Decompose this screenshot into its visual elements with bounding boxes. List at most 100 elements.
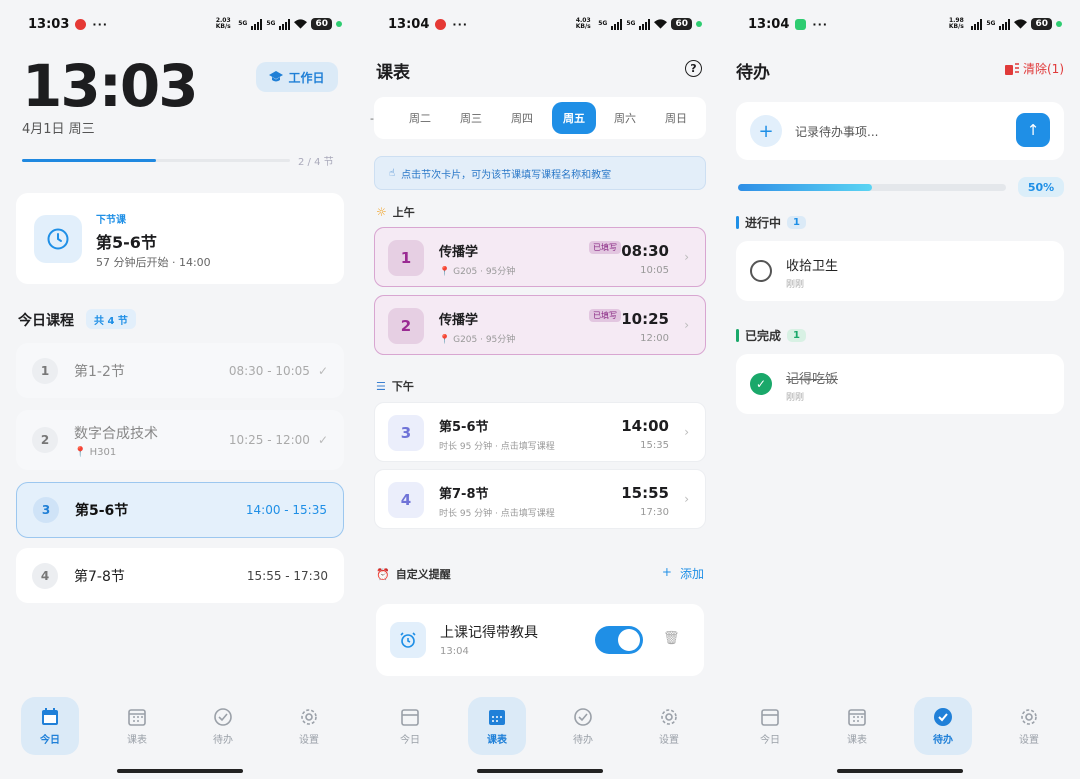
home-indicator[interactable] bbox=[117, 769, 243, 773]
network-type-icon: 5G bbox=[986, 20, 996, 27]
todo-title: 记得吃饭 bbox=[786, 372, 839, 387]
nav-schedule[interactable]: 课表 bbox=[108, 697, 166, 755]
day-tabs: - 周二 周三 周四 周五 周六 周日 bbox=[370, 97, 706, 139]
nav-today[interactable]: 今日 bbox=[381, 697, 439, 755]
help-icon[interactable]: ? bbox=[685, 60, 702, 77]
lesson-room: H301 bbox=[89, 446, 117, 458]
todo-screen: 13:04 ··· 1.98 KB/s 5G 60 待办 清除(1) + 记录待… bbox=[720, 0, 1080, 779]
checkbox-circle[interactable] bbox=[750, 260, 772, 282]
in-progress-header: 进行中 1 bbox=[736, 214, 806, 231]
reminder-card[interactable]: 上课记得带教具 13:04 🗑 bbox=[376, 604, 704, 676]
slot-end: 17:30 bbox=[640, 507, 669, 518]
nav-todo[interactable]: 待办 bbox=[194, 697, 252, 755]
net-speed: 1.98 KB/s bbox=[948, 17, 964, 30]
lesson-number: 2 bbox=[32, 427, 58, 453]
clear-completed-button[interactable]: 清除(1) bbox=[1005, 60, 1064, 77]
wifi-icon bbox=[654, 19, 668, 29]
completed-count: 1 bbox=[787, 329, 806, 342]
nav-todo[interactable]: 待办 bbox=[914, 697, 972, 755]
location-pin-icon: 📍 bbox=[439, 267, 451, 277]
network-type-icon: 5G bbox=[266, 20, 276, 27]
more-notifications-icon: ··· bbox=[452, 17, 468, 31]
nav-schedule[interactable]: 课表 bbox=[468, 697, 526, 755]
tab-day[interactable]: 周三 bbox=[449, 102, 493, 134]
home-indicator[interactable] bbox=[837, 769, 963, 773]
nav-todo[interactable]: 待办 bbox=[554, 697, 612, 755]
workday-button[interactable]: 工作日 bbox=[256, 62, 338, 92]
battery-icon: 60 bbox=[311, 18, 332, 30]
checked-circle-icon[interactable]: ✓ bbox=[750, 373, 772, 395]
slot-number: 1 bbox=[388, 240, 424, 276]
home-indicator[interactable] bbox=[477, 769, 603, 773]
chevron-right-icon: › bbox=[684, 492, 689, 506]
nav-label: 今日 bbox=[400, 734, 420, 746]
status-bar: 13:03 ··· 2.03 KB/s 5G 5G 60 bbox=[28, 14, 342, 34]
slot-end: 15:35 bbox=[640, 440, 669, 451]
signal-icon bbox=[971, 18, 983, 30]
morning-label: 上午 bbox=[392, 206, 415, 219]
custom-reminder-header: ⏰ 自定义提醒 bbox=[376, 566, 451, 582]
network-type-icon: 5G bbox=[238, 20, 248, 27]
lesson-slot[interactable]: 1 传播学 📍 G205 · 95分钟 已填写 08:30 10:05 › bbox=[374, 227, 706, 287]
slot-name: 传播学 bbox=[439, 245, 479, 260]
status-time: 13:04 bbox=[748, 16, 790, 32]
todo-title: 收拾卫生 bbox=[786, 259, 839, 274]
lesson-slot[interactable]: 4 第7-8节 时长 95 分钟 · 点击填写课程 15:55 17:30 › bbox=[374, 469, 706, 529]
todo-input-card: + 记录待办事项... ↑ bbox=[736, 102, 1064, 160]
slot-start: 08:30 bbox=[621, 242, 669, 260]
lesson-row[interactable]: 4 第7-8节 15:55 - 17:30 bbox=[16, 548, 344, 603]
lesson-row[interactable]: 1 第1-2节 08:30 - 10:05 ✓ bbox=[16, 343, 344, 398]
tab-day-active[interactable]: 周五 bbox=[552, 102, 596, 134]
lesson-number: 4 bbox=[32, 562, 58, 589]
next-lesson-card[interactable]: 下节课 第5-6节 57 分钟后开始 · 14:00 bbox=[16, 193, 344, 284]
submit-arrow-button[interactable]: ↑ bbox=[1016, 113, 1050, 147]
lesson-row[interactable]: 2 数字合成技术 📍 H301 10:25 - 12:00 ✓ bbox=[16, 410, 344, 470]
nav-label: 设置 bbox=[299, 734, 319, 746]
trash-icon[interactable]: 🗑 bbox=[663, 631, 680, 646]
todo-item[interactable]: 收拾卫生 刚刚 bbox=[736, 241, 1064, 301]
plus-icon[interactable]: + bbox=[750, 115, 782, 147]
in-progress-label: 进行中 bbox=[745, 216, 782, 230]
nav-today[interactable]: 今日 bbox=[741, 697, 799, 755]
alarm-clock-icon bbox=[390, 622, 426, 658]
add-reminder-button[interactable]: + 添加 bbox=[662, 565, 704, 582]
add-label: 添加 bbox=[679, 567, 704, 581]
next-lesson-sub: 57 分钟后开始 · 14:00 bbox=[96, 256, 211, 269]
signal-icon bbox=[251, 18, 263, 30]
signal-icon bbox=[279, 18, 291, 30]
graduation-cap-icon bbox=[269, 71, 284, 82]
check-circle-icon bbox=[214, 707, 232, 726]
tip-banner: ☝ 点击节次卡片，可为该节课填写课程名称和教室 bbox=[374, 156, 706, 190]
slot-name: 第7-8节 bbox=[439, 487, 489, 502]
lesson-slot[interactable]: 3 第5-6节 时长 95 分钟 · 点击填写课程 14:00 15:35 › bbox=[374, 402, 706, 462]
lesson-title: 第5-6节 bbox=[75, 503, 129, 519]
lesson-time: 14:00 - 15:35 bbox=[245, 503, 327, 517]
reminder-toggle[interactable] bbox=[595, 626, 643, 654]
todo-input[interactable]: 记录待办事项... bbox=[795, 123, 878, 140]
lesson-time: 08:30 - 10:05 bbox=[228, 363, 310, 378]
current-date: 4月1日 周三 bbox=[22, 122, 95, 137]
plus-icon: + bbox=[661, 565, 672, 579]
slot-sub: 时长 95 分钟 · 点击填写课程 bbox=[439, 442, 555, 452]
net-speed: 2.03 KB/s bbox=[215, 17, 231, 30]
filled-tag: 已填写 bbox=[589, 241, 621, 254]
tab-day[interactable]: 周二 bbox=[398, 102, 442, 134]
todo-item-done[interactable]: ✓ 记得吃饭 刚刚 bbox=[736, 354, 1064, 414]
slot-end: 12:00 bbox=[640, 333, 669, 344]
today-screen: 13:03 ··· 2.03 KB/s 5G 5G 60 13:03 4月1日 … bbox=[0, 0, 360, 779]
more-notifications-icon: ··· bbox=[92, 17, 108, 31]
tab-day[interactable]: 周日 bbox=[654, 102, 698, 134]
nav-settings[interactable]: 设置 bbox=[640, 697, 698, 755]
check-circle-icon bbox=[934, 707, 952, 726]
nav-today[interactable]: 今日 bbox=[21, 697, 79, 755]
lesson-row-current[interactable]: 3 第5-6节 14:00 - 15:35 bbox=[16, 482, 344, 538]
tab-day[interactable]: 周六 bbox=[603, 102, 647, 134]
slot-sub: 时长 95 分钟 · 点击填写课程 bbox=[439, 509, 555, 519]
sun-icon: ☼ bbox=[376, 205, 387, 219]
nav-schedule[interactable]: 课表 bbox=[828, 697, 886, 755]
nav-settings[interactable]: 设置 bbox=[280, 697, 338, 755]
tab-day[interactable]: - bbox=[362, 102, 382, 134]
tab-day[interactable]: 周四 bbox=[500, 102, 544, 134]
lesson-slot[interactable]: 2 传播学 📍 G205 · 95分钟 已填写 10:25 12:00 › bbox=[374, 295, 706, 355]
nav-settings[interactable]: 设置 bbox=[1000, 697, 1058, 755]
